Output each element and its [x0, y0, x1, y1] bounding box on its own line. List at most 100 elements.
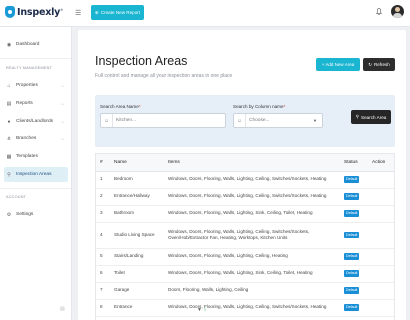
- row-status: Default: [340, 205, 368, 223]
- row-status: Default: [340, 222, 368, 249]
- row-name: Bedroom: [110, 171, 164, 189]
- row-name: Bathroom: [110, 205, 164, 223]
- status-badge: Default: [344, 304, 360, 311]
- status-badge: Default: [344, 193, 360, 200]
- content-card: Inspection Areas Full control and manage…: [78, 30, 406, 320]
- row-name: Toilet: [110, 265, 164, 283]
- create-new-report-button[interactable]: ⊕ Create New Report: [91, 5, 144, 20]
- row-name: Entrance: [110, 299, 164, 317]
- sidebar-item-dashboard[interactable]: ◉ Dashboard: [4, 37, 68, 52]
- row-name: Studio Living Space: [110, 222, 164, 249]
- row-status: Default: [340, 171, 368, 189]
- brand-name: Inspexly®: [17, 6, 63, 18]
- sidebar: ◉ Dashboard REALTY MANAGEMENT ⌂ Properti…: [0, 27, 72, 320]
- column-header-name[interactable]: Name: [110, 154, 164, 172]
- row-items: Windows, Doors, Flooring, Walls, Lightin…: [164, 222, 340, 249]
- dashboard-icon: ◉: [6, 41, 12, 48]
- status-badge: Default: [344, 253, 360, 260]
- sidebar-item-clients[interactable]: ● Clients/Landlords ⌵: [4, 114, 68, 129]
- top-bar: Inspexly® ☰ ⊕ Create New Report: [0, 0, 410, 27]
- row-action[interactable]: [368, 282, 394, 300]
- area-name-placeholder: Kitchen...: [116, 118, 136, 123]
- row-number: 4: [96, 222, 110, 249]
- notification-bell-icon[interactable]: [376, 8, 382, 15]
- chevron-down-icon: ▼: [313, 118, 317, 123]
- status-badge: Default: [344, 231, 360, 239]
- sidebar-item-reports[interactable]: ▤ Reports ⌵: [4, 96, 68, 111]
- table-row[interactable]: 4 Studio Living Space Windows, Doors, Fl…: [96, 222, 394, 249]
- row-items: Windows, Doors, Flooring, Walls, Lightin…: [164, 299, 340, 317]
- users-icon: ●: [7, 118, 11, 125]
- area-name-label: Search Area Name*: [100, 104, 141, 109]
- row-number: 2: [96, 188, 110, 206]
- home-icon: ⌂: [7, 82, 11, 89]
- chevron-down-icon: ⌵: [60, 119, 64, 124]
- search-icon: ⚲: [355, 114, 360, 119]
- table-row[interactable]: 8 Entrance Windows, Doors, Flooring, Wal…: [96, 299, 394, 317]
- areas-table: # Name Items Status Action 1 Bedroom Win…: [95, 153, 395, 320]
- chevron-down-icon: ⌵: [60, 136, 64, 141]
- table-row[interactable]: 1 Bedroom Windows, Doors, Flooring, Wall…: [96, 171, 394, 189]
- row-action[interactable]: [368, 265, 394, 283]
- row-action[interactable]: [368, 188, 394, 206]
- row-number: 1: [96, 171, 110, 189]
- sidebar-item-branches[interactable]: ⋔ Branches ⌵: [4, 131, 68, 146]
- row-status: Default: [340, 282, 368, 300]
- scroll-down-indicator[interactable]: ▼ ○: [197, 307, 206, 313]
- sidebar-divider: [0, 188, 71, 189]
- refresh-button[interactable]: ↻ Refresh: [363, 58, 395, 71]
- add-new-area-button[interactable]: + Add New Area: [316, 58, 360, 71]
- column-header-items[interactable]: Items: [164, 154, 340, 172]
- row-number: 5: [96, 248, 110, 266]
- sidebar-item-inspection-areas[interactable]: ⚲ Inspection Areas: [4, 167, 68, 182]
- table-row[interactable]: 6 Toilet Windows, Doors, Flooring, Walls…: [96, 265, 394, 283]
- brand-logo[interactable]: Inspexly®: [5, 6, 63, 18]
- row-items: Windows, Doors, Flooring, Walls, Lightin…: [164, 248, 340, 266]
- status-badge: Default: [344, 270, 360, 277]
- row-items: Windows, Doors, Flooring, Walls, Lightin…: [164, 265, 340, 283]
- row-number: 8: [96, 299, 110, 317]
- table-row[interactable]: 2 Entrance/Hallway Windows, Doors, Floor…: [96, 188, 394, 206]
- row-name: Entrance/Hallway: [110, 188, 164, 206]
- logo-mark-icon: [5, 6, 15, 18]
- search-icon: ⚲: [7, 171, 11, 178]
- row-items: Doors, Flooring, Walls, Lighting, Ceilin…: [164, 282, 340, 300]
- sidebar-section-management: REALTY MANAGEMENT: [6, 66, 53, 70]
- row-action[interactable]: [368, 248, 394, 266]
- column-header-status[interactable]: Status: [340, 154, 368, 172]
- row-action[interactable]: [368, 299, 394, 317]
- sidebar-item-properties[interactable]: ⌂ Properties ⌵: [4, 78, 68, 93]
- column-name-select[interactable]: ☺ Choose... ▼: [233, 113, 323, 128]
- status-badge: Default: [344, 287, 360, 294]
- row-action[interactable]: [368, 205, 394, 223]
- main-content: Inspection Areas Full control and manage…: [72, 27, 410, 320]
- row-number: 7: [96, 282, 110, 300]
- scroll-indicator-icon: ○: [203, 307, 207, 313]
- report-icon: ▤: [6, 100, 12, 107]
- table-row[interactable]: 5 Stairs/Landing Windows, Doors, Floorin…: [96, 248, 394, 266]
- row-action[interactable]: [368, 171, 394, 189]
- column-header-number[interactable]: #: [96, 154, 110, 172]
- row-items: Windows, Doors, Flooring, Walls, Lightin…: [164, 188, 340, 206]
- page-subtitle: Full control and manage all your inspect…: [95, 73, 233, 79]
- sidebar-item-settings[interactable]: ⚙ Settings: [4, 207, 68, 222]
- table-row[interactable]: 7 Garage Doors, Flooring, Walls, Lightin…: [96, 282, 394, 300]
- collapse-sidebar-icon[interactable]: ▤: [60, 306, 65, 312]
- hamburger-menu-icon[interactable]: ☰: [75, 9, 81, 17]
- gear-icon: ⚙: [6, 211, 12, 218]
- sidebar-item-templates[interactable]: ▦ Templates: [4, 149, 68, 164]
- row-items: Windows, Doors, Flooring, Walls, Lightin…: [164, 205, 340, 223]
- user-icon: ☺: [234, 114, 246, 127]
- area-name-input[interactable]: ☺ Kitchen...: [100, 113, 226, 128]
- column-select-value: Choose...: [249, 118, 270, 123]
- row-number: 6: [96, 265, 110, 283]
- row-number: 3: [96, 205, 110, 223]
- refresh-icon: ↻: [368, 61, 372, 67]
- row-action[interactable]: [368, 222, 394, 249]
- column-header-action: Action: [368, 154, 394, 172]
- table-row[interactable]: 3 Bathroom Windows, Doors, Flooring, Wal…: [96, 205, 394, 223]
- user-avatar[interactable]: [391, 5, 404, 18]
- user-icon: ☺: [101, 114, 113, 127]
- search-area-button[interactable]: ⚲ Search Area: [351, 110, 391, 124]
- sidebar-section-account: ACCOUNT: [6, 195, 27, 199]
